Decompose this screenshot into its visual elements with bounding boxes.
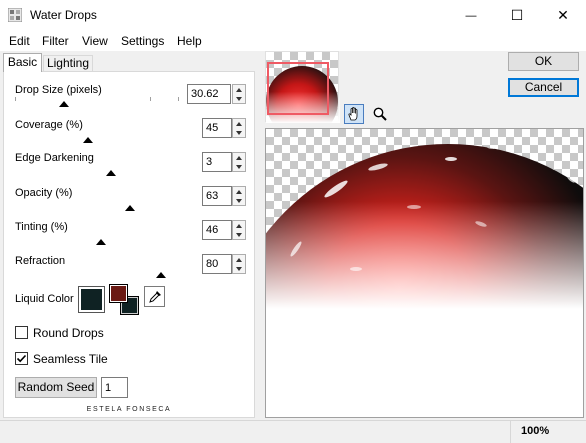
spin-down-icon[interactable] [236,97,242,101]
spin-down-icon[interactable] [236,199,242,203]
hand-icon [348,107,358,121]
refraction-label: Refraction [15,255,66,267]
round-drops-label[interactable]: Round Drops [33,326,104,340]
coverage-input[interactable] [202,118,232,138]
maximize-icon: ☐ [510,7,524,23]
spin-up-icon[interactable] [236,224,242,228]
menu-bar: Edit Filter View Settings Help [0,31,586,51]
spin-down-icon[interactable] [236,131,242,135]
slider-tick [150,97,151,101]
refraction-slider-thumb[interactable] [156,272,166,278]
minimize-button[interactable]: — [448,0,494,31]
status-divider [510,421,511,443]
seamless-tile-label[interactable]: Seamless Tile [33,352,108,366]
random-seed-button[interactable]: Random Seed [15,377,97,398]
edge-darkening-slider[interactable] [15,168,196,169]
menu-settings[interactable]: Settings [121,34,164,48]
spin-up-icon[interactable] [236,190,242,194]
drop-size-slider-thumb[interactable] [59,101,69,107]
close-button[interactable]: ✕ [540,0,586,31]
coverage-label: Coverage (%) [15,119,83,131]
spin-up-icon[interactable] [236,122,242,126]
opacity-slider[interactable] [15,202,196,203]
preview-image [266,144,583,417]
random-seed-input[interactable] [101,377,128,398]
menu-edit[interactable]: Edit [9,34,30,48]
drop-size-slider[interactable] [15,100,196,101]
liquid-color-label: Liquid Color [15,293,74,305]
maximize-button[interactable]: ☐ [494,0,540,31]
opacity-spinner[interactable] [232,186,246,206]
status-bar: 100% [0,420,586,443]
drop-size-spinner[interactable] [232,84,246,104]
opacity-slider-thumb[interactable] [125,205,135,211]
tab-lighting[interactable]: Lighting [43,55,93,72]
cancel-button[interactable]: Cancel [508,78,579,97]
spin-up-icon[interactable] [236,258,242,262]
coverage-slider[interactable] [15,134,196,135]
ok-button[interactable]: OK [508,52,579,71]
preview-canvas[interactable] [265,128,584,418]
spin-up-icon[interactable] [236,88,242,92]
opacity-input[interactable] [202,186,232,206]
foreground-color-swatch[interactable] [109,284,128,303]
menu-filter[interactable]: Filter [42,34,69,48]
navigator-thumbnail[interactable] [265,51,340,123]
fg-bg-color-picker[interactable] [109,284,140,315]
spin-down-icon[interactable] [236,233,242,237]
menu-help[interactable]: Help [177,34,202,48]
edge-darkening-spinner[interactable] [232,152,246,172]
tinting-label: Tinting (%) [15,221,68,233]
coverage-slider-thumb[interactable] [83,137,93,143]
refraction-input[interactable] [202,254,232,274]
magnifier-icon [373,107,387,121]
edge-darkening-label: Edge Darkening [15,152,94,164]
window-title: Water Drops [30,8,97,22]
minimize-icon: — [465,9,477,22]
refraction-slider[interactable] [15,270,196,271]
seamless-tile-checkbox[interactable] [15,352,28,365]
edge-darkening-input[interactable] [202,152,232,172]
zoom-tool-button[interactable] [370,104,390,124]
liquid-color-fill [81,289,102,310]
opacity-label: Opacity (%) [15,187,73,199]
round-drops-checkbox[interactable] [15,326,28,339]
eyedropper-button[interactable] [144,286,165,307]
drop-size-input[interactable] [187,84,231,104]
spin-up-icon[interactable] [236,156,242,160]
close-icon: ✕ [557,7,569,23]
slider-tick [15,97,16,101]
spin-down-icon[interactable] [236,165,242,169]
tinting-spinner[interactable] [232,220,246,240]
liquid-color-swatch[interactable] [78,286,105,313]
slider-tick [178,97,179,101]
edge-darkening-slider-thumb[interactable] [106,170,116,176]
spin-down-icon[interactable] [236,267,242,271]
checkmark-icon [16,354,27,363]
eyedropper-icon [148,290,161,303]
tinting-slider-thumb[interactable] [96,239,106,245]
refraction-spinner[interactable] [232,254,246,274]
title-bar: Water Drops — ☐ ✕ [0,0,586,31]
pan-tool-button[interactable] [344,104,364,124]
app-icon [7,7,23,23]
tinting-slider[interactable] [15,236,196,237]
coverage-spinner[interactable] [232,118,246,138]
menu-view[interactable]: View [82,34,108,48]
zoom-level: 100% [521,425,550,437]
tab-basic[interactable]: Basic [3,53,42,72]
watermark-text: ESTELA FONSECA [86,406,172,413]
tinting-input[interactable] [202,220,232,240]
drop-size-label: Drop Size (pixels) [15,84,102,96]
viewport-indicator[interactable] [267,62,329,115]
